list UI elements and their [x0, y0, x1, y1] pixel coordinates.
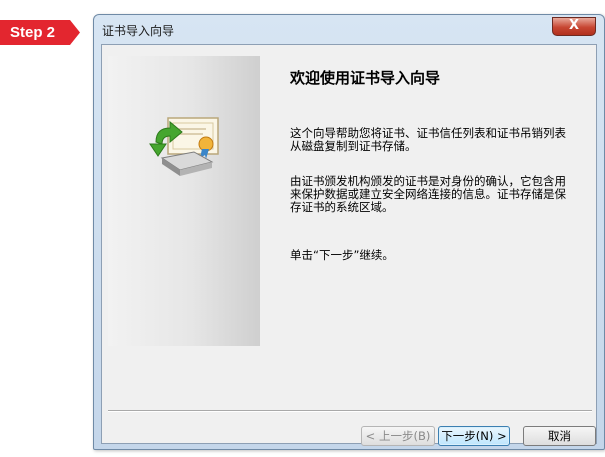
wizard-heading: 欢迎使用证书导入向导 — [290, 69, 441, 87]
wizard-continue-text: 单击“下一步”继续。 — [290, 248, 394, 262]
next-button[interactable]: 下一步(N) > — [438, 426, 510, 446]
step-badge: Step 2 — [0, 20, 80, 45]
wizard-intro-text: 这个向导帮助您将证书、证书信任列表和证书吊销列表从磁盘复制到证书存储。 — [290, 126, 566, 153]
close-button[interactable]: X — [552, 17, 596, 36]
wizard-client-area: 欢迎使用证书导入向导 这个向导帮助您将证书、证书信任列表和证书吊销列表从磁盘复制… — [101, 44, 597, 446]
close-icon: X — [568, 18, 580, 33]
cancel-button[interactable]: 取消 — [523, 426, 596, 446]
button-divider — [108, 410, 592, 412]
window-title: 证书导入向导 — [102, 24, 175, 38]
title-bar[interactable]: 证书导入向导 X — [94, 15, 604, 45]
wizard-description-text: 由证书颁发机构颁发的证书是对身份的确认，它包含用来保护数据或建立安全网络连接的信… — [290, 174, 566, 214]
back-button[interactable]: < 上一步(B) — [361, 426, 435, 446]
wizard-window: 证书导入向导 X 欢迎使用证书导入向导 这个向导帮助您将证书、证书信任列表和证书… — [93, 14, 605, 450]
wizard-side-panel — [108, 56, 260, 346]
certificate-import-icon — [149, 117, 219, 176]
